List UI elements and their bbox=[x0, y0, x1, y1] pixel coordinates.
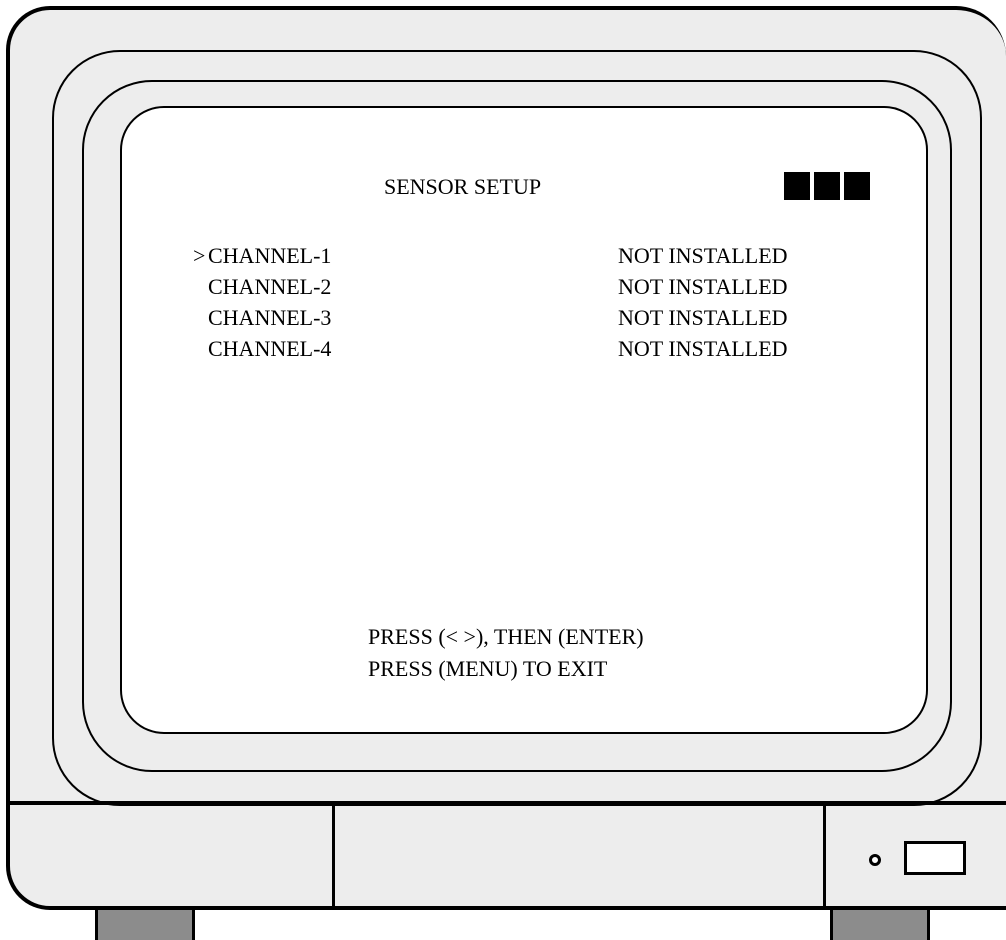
instruction-navigate: PRESS (< >), THEN (ENTER) bbox=[368, 624, 644, 649]
monitor-base-divider-right bbox=[823, 805, 826, 910]
channel-4-status[interactable]: NOT INSTALLED bbox=[618, 336, 788, 362]
channel-1-status[interactable]: NOT INSTALLED bbox=[618, 243, 788, 269]
power-button-icon[interactable] bbox=[904, 841, 966, 875]
indicator-block bbox=[814, 172, 840, 200]
channel-4-label[interactable]: CHANNEL-4 bbox=[208, 336, 331, 362]
channel-3-label[interactable]: CHANNEL-3 bbox=[208, 305, 331, 331]
channel-1-label[interactable]: CHANNEL-1 bbox=[208, 243, 331, 269]
monitor-stand-right bbox=[830, 905, 930, 940]
monitor-body: SENSOR SETUP > CHANNEL-1 NOT INSTALLED C… bbox=[6, 6, 1006, 910]
channel-3-status[interactable]: NOT INSTALLED bbox=[618, 305, 788, 331]
indicator-block bbox=[784, 172, 810, 200]
power-led-icon bbox=[869, 854, 881, 866]
monitor-base-divider-left bbox=[332, 805, 335, 910]
monitor-base-edge bbox=[10, 801, 1006, 805]
channel-2-status[interactable]: NOT INSTALLED bbox=[618, 274, 788, 300]
page-title: SENSOR SETUP bbox=[384, 174, 542, 199]
channel-2-label[interactable]: CHANNEL-2 bbox=[208, 274, 331, 300]
monitor-stand-left bbox=[95, 905, 195, 940]
selection-cursor: > bbox=[193, 243, 206, 268]
indicator-blocks bbox=[784, 172, 870, 200]
monitor-screen: SENSOR SETUP > CHANNEL-1 NOT INSTALLED C… bbox=[120, 106, 928, 734]
indicator-block bbox=[844, 172, 870, 200]
instruction-exit: PRESS (MENU) TO EXIT bbox=[368, 656, 608, 681]
